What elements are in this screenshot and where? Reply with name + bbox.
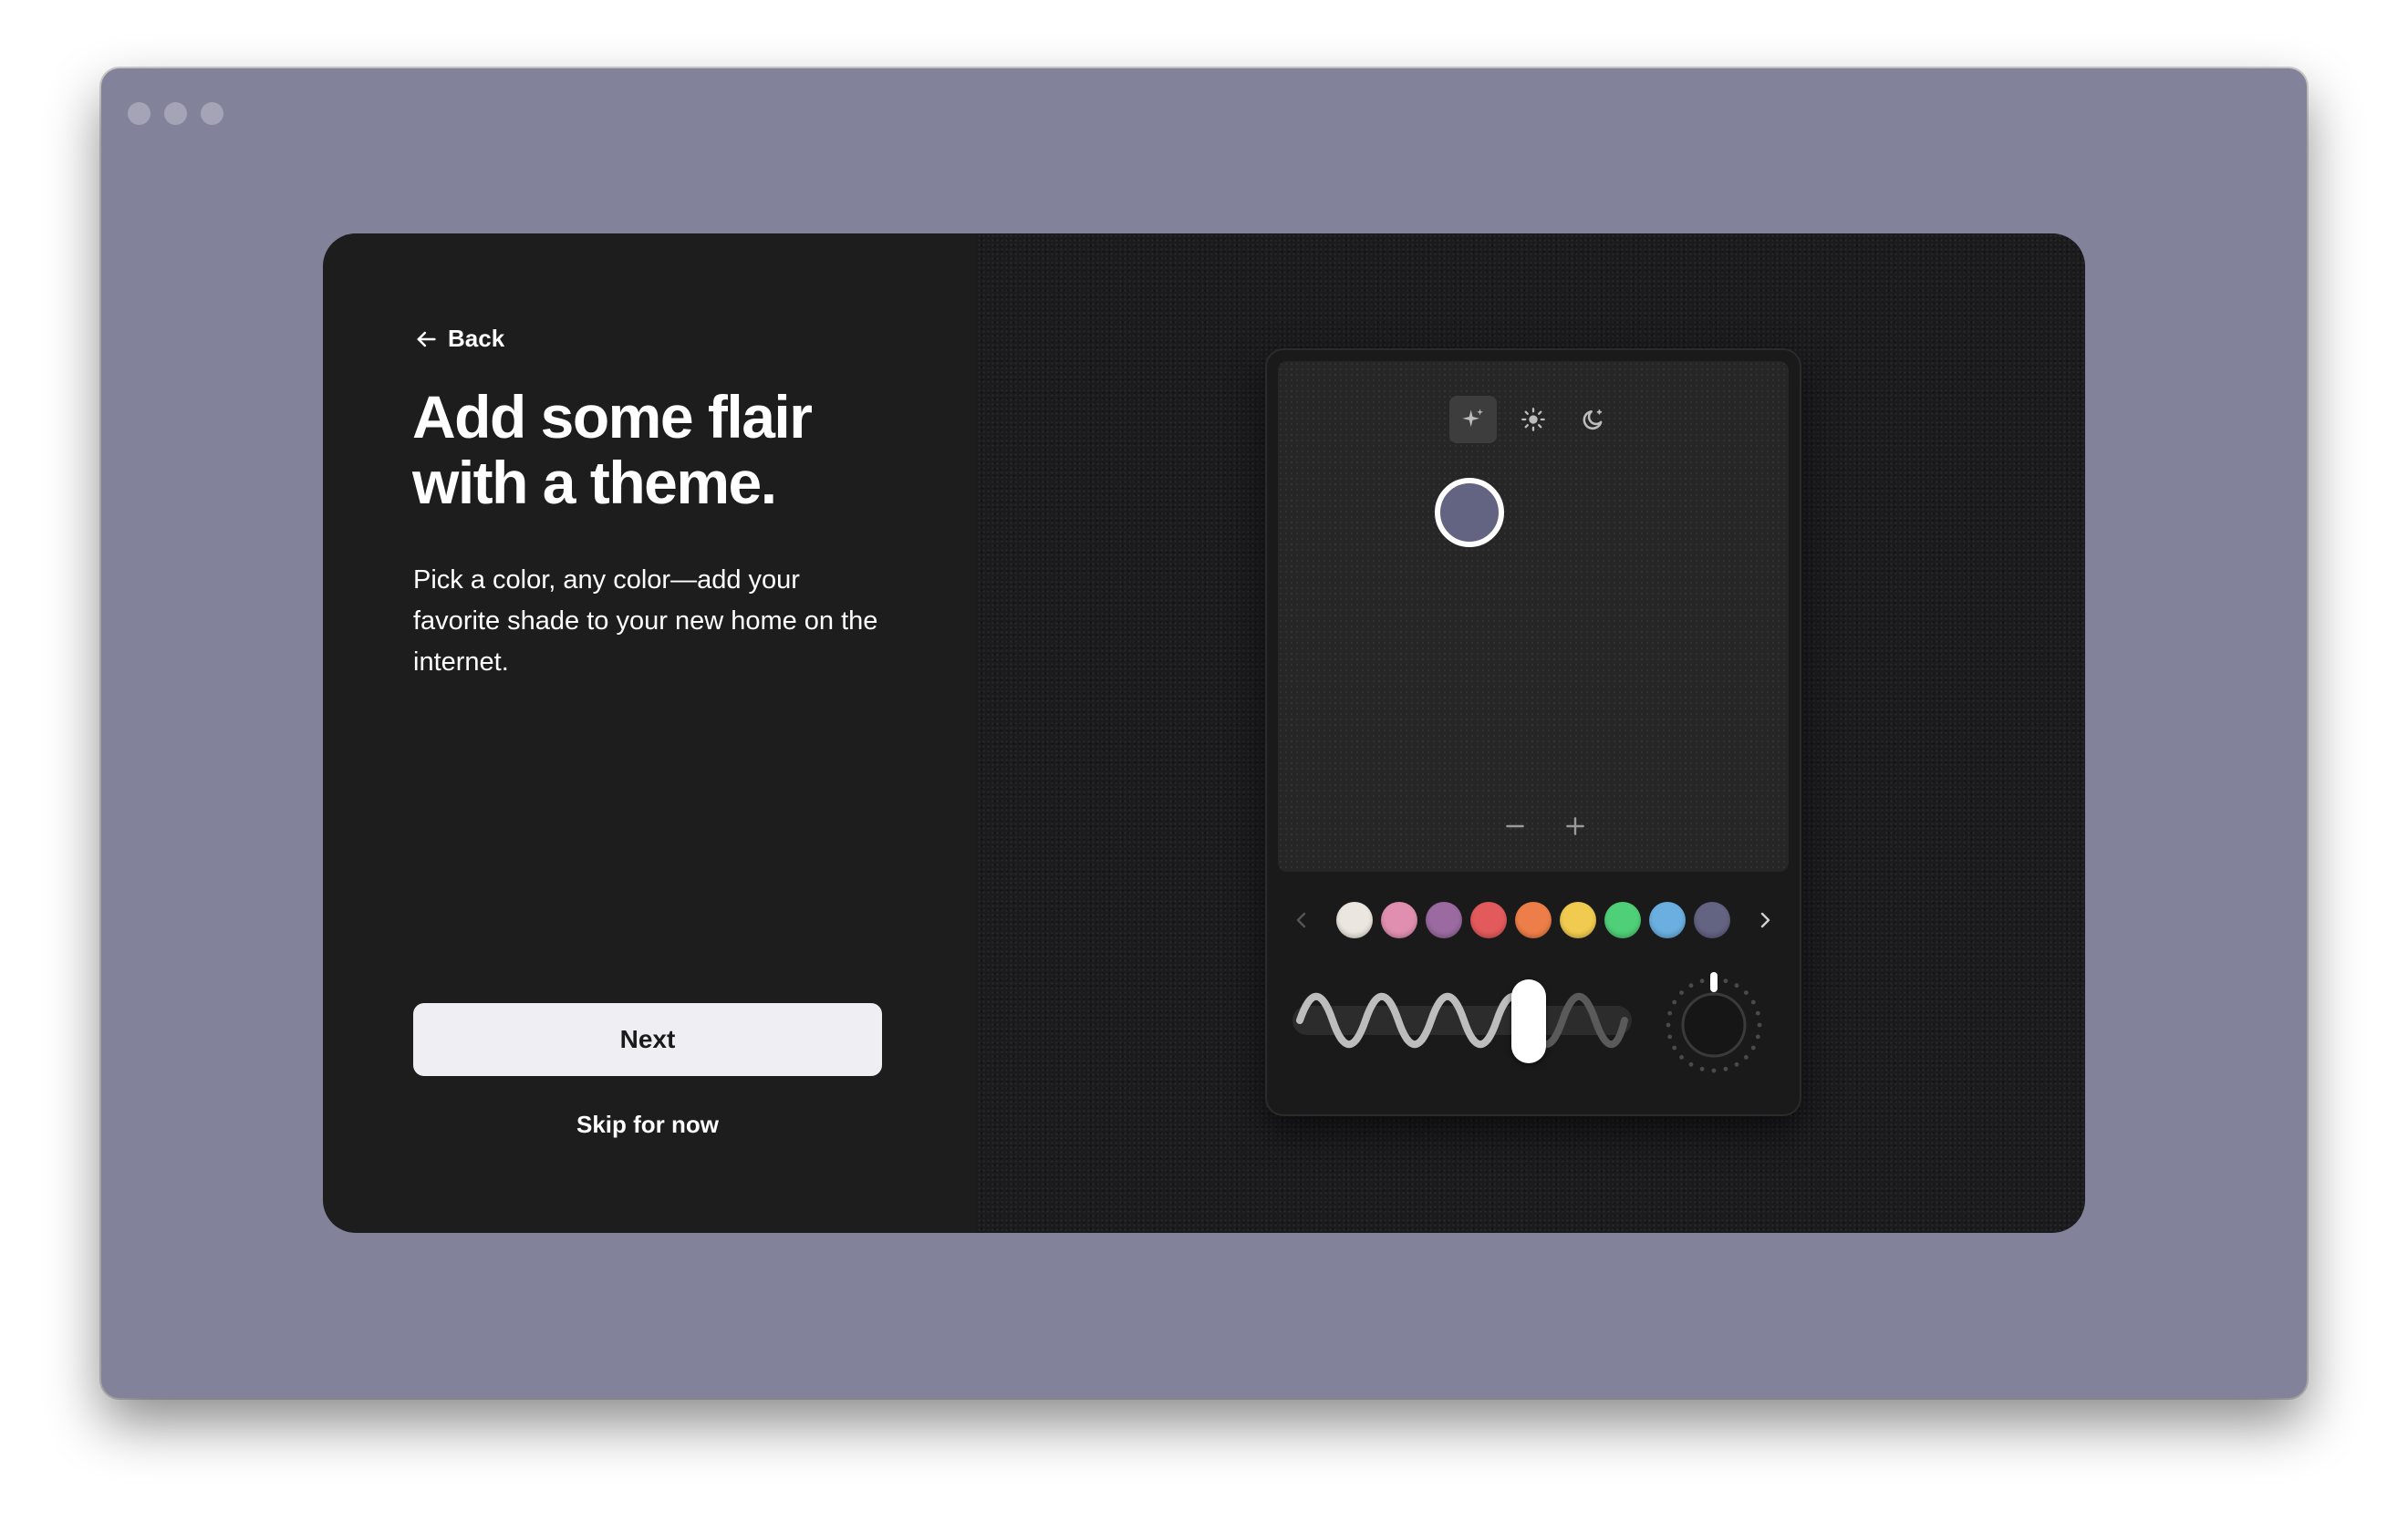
knob-tick [1679, 1055, 1684, 1060]
theme-mode-selector [1449, 396, 1617, 443]
knob-tick [1699, 1066, 1705, 1071]
knob-tick [1750, 1045, 1756, 1051]
wave-slider-handle[interactable] [1511, 979, 1546, 1063]
color-palette [1285, 897, 1781, 943]
moon-icon [1583, 409, 1603, 430]
color-swatch[interactable] [1515, 902, 1552, 938]
knob-tick [1723, 978, 1728, 984]
knob-tick [1667, 1010, 1673, 1016]
color-swatch[interactable] [1560, 902, 1596, 938]
palette-prev-button[interactable] [1285, 897, 1318, 943]
back-label: Back [448, 325, 505, 352]
knob-tick [1666, 1022, 1671, 1028]
mode-light-button[interactable] [1510, 396, 1557, 443]
sun-icon [1521, 408, 1545, 431]
color-swatch[interactable] [1470, 902, 1507, 938]
knob-tick [1699, 978, 1705, 984]
palette-next-button[interactable] [1749, 897, 1781, 943]
knob-tick [1757, 1022, 1762, 1028]
chevron-left-icon [1296, 912, 1306, 928]
knob-tick [1744, 1055, 1749, 1060]
knob-tick [1688, 1061, 1694, 1067]
color-swatch[interactable] [1381, 902, 1417, 938]
back-link[interactable]: Back [413, 325, 504, 353]
color-swatch[interactable] [1336, 902, 1373, 938]
knob-tick [1744, 990, 1749, 995]
skip-link[interactable]: Skip for now [413, 1111, 882, 1139]
mode-dark-button[interactable] [1570, 396, 1617, 443]
next-button[interactable]: Next [413, 1003, 882, 1076]
color-swatch[interactable] [1426, 902, 1462, 938]
knob-tick [1672, 999, 1677, 1005]
knob-tick [1667, 1034, 1673, 1040]
window-controls [128, 102, 223, 125]
knob-tick [1750, 999, 1756, 1005]
theme-picker-device [1267, 350, 1800, 1114]
onboarding-panel: Back Add some flair with a theme. Pick a… [323, 233, 977, 1233]
maximize-window-button[interactable] [201, 102, 223, 125]
color-swatch[interactable] [1694, 902, 1730, 938]
wave-slider-track [1292, 992, 1632, 1049]
rotary-knob-dial [1666, 972, 1762, 1073]
color-swatch[interactable] [1604, 902, 1641, 938]
knob-tick [1755, 1034, 1760, 1040]
page-description: Pick a color, any color—add your favorit… [413, 565, 878, 677]
color-swatch[interactable] [1649, 902, 1686, 938]
selected-color-handle[interactable] [1435, 478, 1504, 547]
zoom-in-button[interactable] [1557, 808, 1593, 844]
zoom-out-button[interactable] [1497, 808, 1533, 844]
knob-tick [1679, 990, 1684, 995]
swatch-list [1318, 902, 1749, 938]
arrow-left-icon [417, 331, 436, 347]
knob-tick [1723, 1066, 1728, 1071]
rotary-knob[interactable] [1659, 970, 1769, 1080]
knob-tick [1755, 1010, 1760, 1016]
knob-tick [1688, 983, 1694, 989]
onboarding-card: Back Add some flair with a theme. Pick a… [323, 233, 2085, 1233]
page-title: Add some flair with a theme. [412, 383, 813, 516]
wave-slider[interactable] [1292, 979, 1632, 1063]
knob-tick [1734, 1061, 1739, 1067]
sparkle-icon [1462, 409, 1484, 428]
knob-tick [1734, 983, 1739, 989]
plus-icon [1566, 817, 1584, 835]
knob-tick [1672, 1045, 1677, 1051]
theme-preview-panel [977, 233, 2085, 1233]
minimize-window-button[interactable] [164, 102, 187, 125]
mode-sparkle-button[interactable] [1449, 396, 1497, 443]
chevron-right-icon [1760, 912, 1770, 928]
close-window-button[interactable] [128, 102, 150, 125]
color-canvas[interactable] [1278, 361, 1789, 872]
minus-icon [1506, 824, 1524, 828]
knob-tick [1711, 1068, 1717, 1073]
browser-window: Back Add some flair with a theme. Pick a… [101, 68, 2307, 1398]
